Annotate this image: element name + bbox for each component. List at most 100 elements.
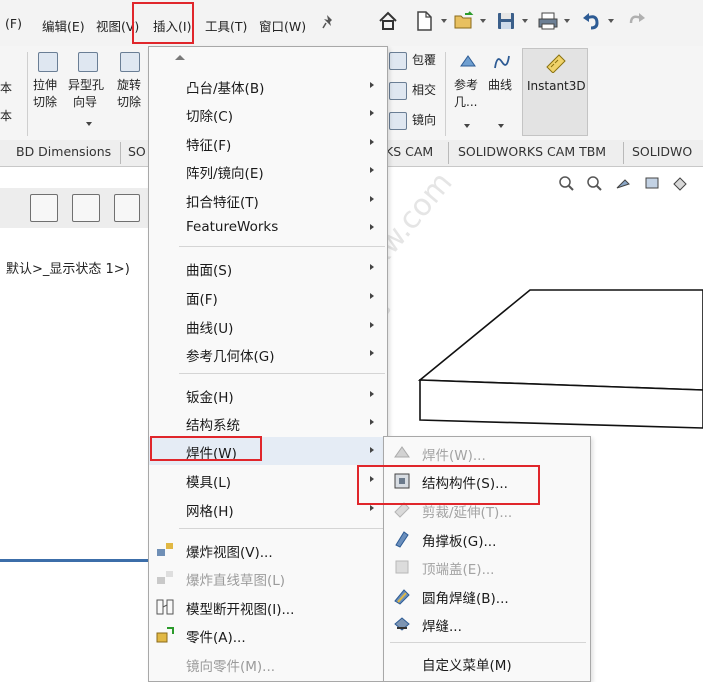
submenu-arrow-icon: [370, 82, 374, 88]
save-dropdown-icon[interactable]: [522, 19, 528, 23]
hole-wizard-label-1[interactable]: 异型孔: [68, 77, 104, 94]
zoom-to-area-icon[interactable]: [585, 174, 603, 192]
submenu-arrow-icon: [370, 110, 374, 116]
undo-icon[interactable]: [581, 10, 603, 32]
panel-accent-line: [0, 559, 150, 562]
revolved-cut-label-1[interactable]: 旋转: [117, 77, 141, 94]
menu-file[interactable]: (F): [5, 16, 22, 31]
menu-item-boss-base[interactable]: 凸台/基体(B): [149, 72, 387, 100]
curves-icon[interactable]: [492, 52, 512, 72]
revolved-cut-icon[interactable]: [120, 52, 140, 72]
hole-wizard-dropdown-icon[interactable]: [86, 122, 92, 126]
display-manager-icon[interactable]: [114, 194, 140, 222]
menu-item-mesh[interactable]: 网格(H): [149, 495, 387, 523]
print-dropdown-icon[interactable]: [564, 19, 570, 23]
reference-geometry-icon[interactable]: [458, 52, 478, 72]
submenu-item-customize-menu[interactable]: 自定义菜单(M): [384, 649, 590, 677]
submenu-item-end-cap[interactable]: 顶端盖(E)...: [384, 553, 590, 581]
submenu-item-weldment[interactable]: 焊件(W)...: [384, 439, 590, 467]
menu-item-featureworks[interactable]: FeatureWorks: [149, 214, 387, 242]
menu-item-part[interactable]: 零件(A)...: [149, 621, 387, 649]
menu-item-face[interactable]: 面(F): [149, 283, 387, 311]
wrap-label[interactable]: 包覆: [412, 52, 436, 69]
configuration-manager-icon[interactable]: [30, 194, 58, 222]
fillet-bead-icon: [394, 589, 410, 605]
section-view-icon[interactable]: [643, 174, 661, 192]
curves-label[interactable]: 曲线: [488, 77, 512, 94]
dimxpert-manager-icon[interactable]: [72, 194, 100, 222]
mirror-icon[interactable]: [389, 112, 407, 130]
mirror-label[interactable]: 镜向: [412, 112, 436, 129]
menu-item-break-view[interactable]: 模型断开视图(I)...: [149, 593, 387, 621]
submenu-arrow-icon: [370, 196, 374, 202]
menu-tools[interactable]: 工具(T): [205, 16, 247, 35]
menu-item-fastening-feature[interactable]: 扣合特征(T): [149, 186, 387, 214]
tab-3d-dimensions[interactable]: BD Dimensions: [16, 144, 111, 159]
insert-menu: 凸台/基体(B) 切除(C) 特征(F) 阵列/镜向(E) 扣合特征(T) Fe…: [148, 46, 388, 682]
quick-access-toolbar: [345, 0, 703, 46]
previous-view-icon[interactable]: [615, 174, 633, 192]
tab-separator: [448, 142, 449, 164]
menu-item-exploded-view[interactable]: 爆炸视图(V)...: [149, 536, 387, 564]
view-orientation-icon[interactable]: [671, 174, 689, 192]
tab-solidworks-cam[interactable]: KS CAM: [385, 144, 433, 159]
menu-item-pattern-mirror[interactable]: 阵列/镜向(E): [149, 157, 387, 185]
tab-solidworks-more[interactable]: SOLIDWO: [632, 144, 692, 159]
submenu-arrow-icon: [370, 505, 374, 511]
submenu-arrow-icon: [370, 350, 374, 356]
menu-window[interactable]: 窗口(W): [259, 16, 306, 35]
wrap-icon[interactable]: [389, 52, 407, 70]
break-view-icon: [156, 599, 174, 615]
submenu-item-gusset[interactable]: 角撑板(G)...: [384, 525, 590, 553]
new-dropdown-icon[interactable]: [441, 19, 447, 23]
intersect-icon[interactable]: [389, 82, 407, 100]
pin-icon[interactable]: [322, 14, 336, 30]
menu-item-mirror-part[interactable]: 镜向零件(M)...: [149, 650, 387, 678]
intersect-label[interactable]: 相交: [412, 82, 436, 99]
open-dropdown-icon[interactable]: [480, 19, 486, 23]
zoom-to-fit-icon[interactable]: [557, 174, 575, 192]
save-icon[interactable]: [495, 10, 517, 32]
menu-edit[interactable]: 编辑(E): [42, 16, 85, 35]
structural-member-highlight: [357, 465, 540, 505]
undo-dropdown-icon[interactable]: [608, 19, 614, 23]
submenu-arrow-icon: [370, 447, 374, 453]
hole-wizard-icon[interactable]: [78, 52, 98, 72]
reference-geometry-label-1[interactable]: 参考: [454, 77, 478, 94]
menu-item-structure-system[interactable]: 结构系统: [149, 409, 387, 437]
end-cap-icon: [395, 560, 409, 574]
menu-item-features[interactable]: 特征(F): [149, 129, 387, 157]
hole-wizard-label-2[interactable]: 向导: [73, 94, 97, 111]
menu-item-sheet-metal[interactable]: 钣金(H): [149, 381, 387, 409]
print-icon[interactable]: [537, 10, 559, 32]
reference-geometry-dropdown-icon[interactable]: [464, 124, 470, 128]
submenu-arrow-icon: [370, 391, 374, 397]
menu-item-reference-geometry[interactable]: 参考几何体(G): [149, 340, 387, 368]
weldments-highlight: [150, 436, 262, 461]
submenu-arrow-icon: [370, 224, 374, 230]
submenu-item-weld-bead[interactable]: 焊缝...: [384, 610, 590, 638]
model-3d-slab[interactable]: [400, 280, 703, 430]
tab-separator: [623, 142, 624, 164]
tab-solidworks-partial[interactable]: SO: [128, 144, 146, 159]
weld-bead-icon: [394, 617, 410, 631]
ribbon-divider: [445, 52, 446, 136]
menu-item-cut[interactable]: 切除(C): [149, 100, 387, 128]
open-folder-icon[interactable]: [453, 10, 475, 32]
part-icon: [156, 627, 174, 643]
menu-scroll-up-icon[interactable]: [175, 55, 185, 60]
redo-icon[interactable]: [625, 10, 647, 32]
menu-item-mold[interactable]: 模具(L): [149, 466, 387, 494]
reference-geometry-label-2[interactable]: 几...: [454, 94, 477, 111]
extruded-cut-label-2[interactable]: 切除: [33, 94, 57, 111]
extruded-cut-label-1[interactable]: 拉伸: [33, 77, 57, 94]
menu-item-explode-line-sketch[interactable]: 爆炸直线草图(L): [149, 564, 387, 592]
submenu-item-fillet-bead[interactable]: 圆角焊缝(B)...: [384, 582, 590, 610]
menu-item-curve[interactable]: 曲线(U): [149, 312, 387, 340]
extruded-cut-icon[interactable]: [38, 52, 58, 72]
new-document-icon[interactable]: [413, 10, 435, 32]
menu-item-surface[interactable]: 曲面(S): [149, 254, 387, 282]
ribbon-partial-label: 本: [0, 109, 13, 123]
revolved-cut-label-2[interactable]: 切除: [117, 94, 141, 111]
home-icon[interactable]: [377, 10, 399, 32]
